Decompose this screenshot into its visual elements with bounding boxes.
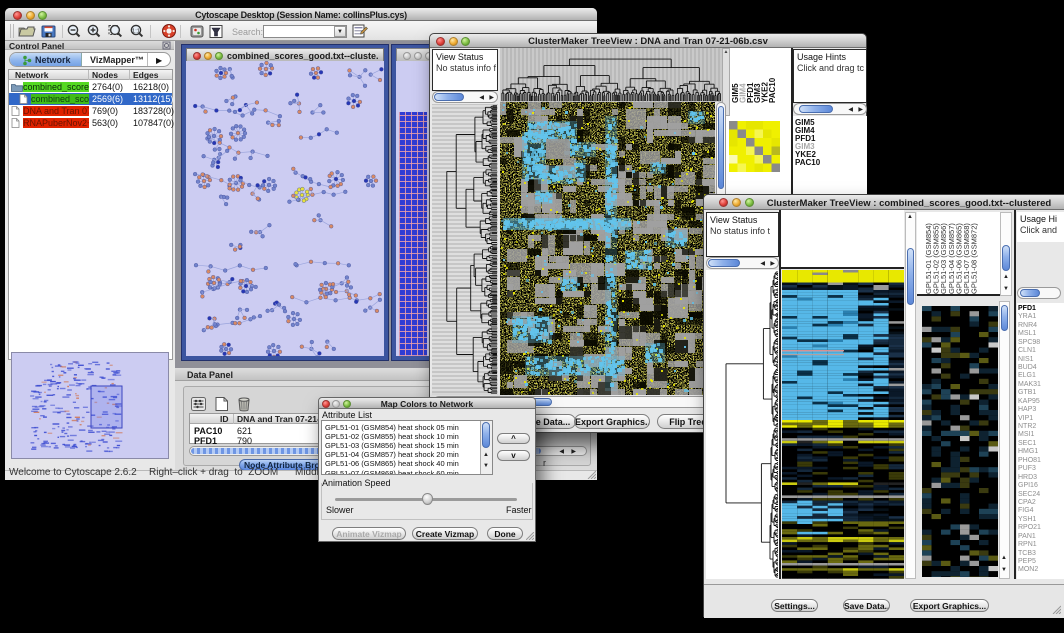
svg-text:PAC10: PAC10 xyxy=(768,77,777,103)
svg-text:1:1: 1:1 xyxy=(132,28,140,34)
svg-text:GPL51-08 (GSM872): GPL51-08 (GSM872) xyxy=(970,223,979,294)
